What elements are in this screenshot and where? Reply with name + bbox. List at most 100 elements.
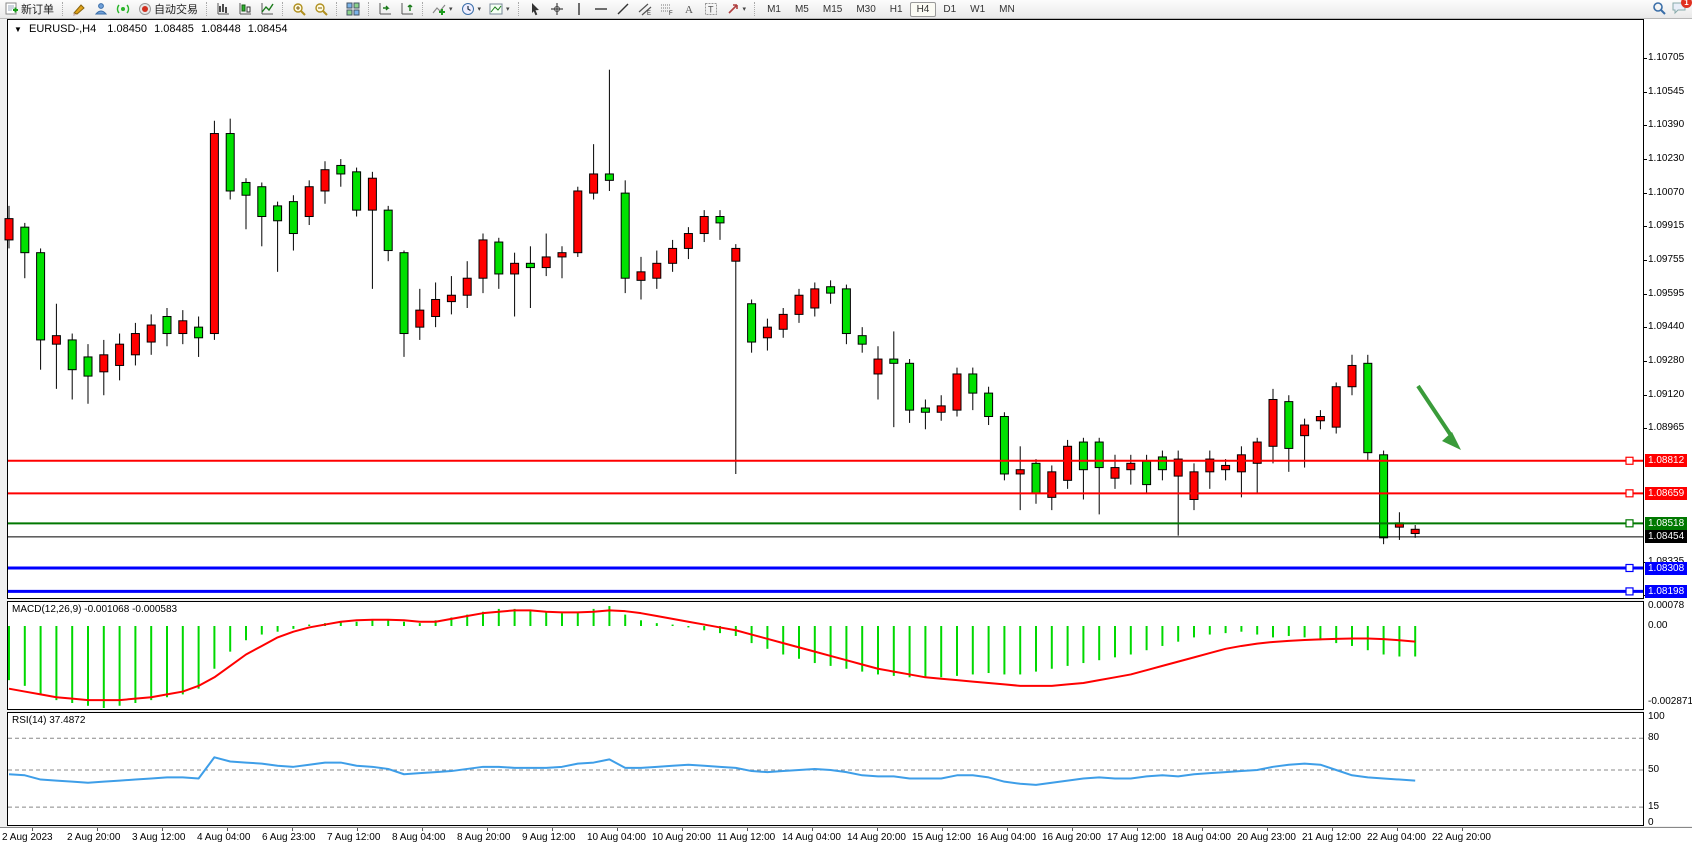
- price-line-tag: 1.08454: [1645, 530, 1687, 543]
- cursor-button[interactable]: [524, 0, 546, 18]
- zoom-out-button[interactable]: [310, 0, 332, 18]
- date-label: 17 Aug 12:00: [1107, 832, 1166, 843]
- rsi-tick-label: 50: [1648, 764, 1659, 775]
- macd-tick-label: -0.002871: [1648, 696, 1692, 707]
- horizontal-line-button[interactable]: [590, 0, 612, 18]
- macd-tick-label: 0.00078: [1648, 600, 1684, 611]
- trendline-button[interactable]: [612, 0, 634, 18]
- rsi-panel[interactable]: [7, 712, 1644, 826]
- chart-shift-button[interactable]: [374, 0, 396, 18]
- date-tickmark: [812, 828, 813, 831]
- date-label: 16 Aug 20:00: [1042, 832, 1101, 843]
- auto-scroll-button[interactable]: [396, 0, 418, 18]
- timeframe-m15-button[interactable]: M15: [816, 2, 849, 17]
- price-tick-label: 1.10545: [1648, 86, 1684, 97]
- toolbar-group: [211, 0, 279, 18]
- timeframe-h4-button[interactable]: H4: [910, 2, 937, 17]
- bars-chart-icon: [216, 2, 230, 16]
- timeframe-h1-button[interactable]: H1: [883, 2, 910, 17]
- date-tickmark: [1007, 828, 1008, 831]
- timeframe-w1-button[interactable]: W1: [963, 2, 992, 17]
- date-tickmark: [747, 828, 748, 831]
- zoom-in-button[interactable]: [288, 0, 310, 18]
- date-tickmark: [877, 828, 878, 831]
- toolbar-group: [287, 0, 333, 18]
- price-tickmark: [1644, 327, 1647, 328]
- price-tick-label: 1.10390: [1648, 119, 1684, 130]
- toolbar-separator: [206, 2, 208, 16]
- equidistant-channel-icon: E: [638, 2, 652, 16]
- indicators-button[interactable]: ▾: [428, 0, 457, 18]
- chat-button[interactable]: 1: [1672, 1, 1686, 18]
- auto-scroll-icon: [400, 2, 414, 16]
- styler-button[interactable]: [68, 0, 90, 18]
- date-label: 4 Aug 04:00: [197, 832, 250, 843]
- price-tick-label: 1.09595: [1648, 288, 1684, 299]
- collapse-icon[interactable]: ▼: [14, 25, 22, 34]
- price-tickmark: [1644, 159, 1647, 160]
- price-tick-label: 1.08965: [1648, 422, 1684, 433]
- trendline-icon: [616, 2, 630, 16]
- price-tick-label: 1.10230: [1648, 153, 1684, 164]
- timeframe-m30-button[interactable]: M30: [849, 2, 882, 17]
- date-axis[interactable]: 2 Aug 20232 Aug 20:003 Aug 12:004 Aug 04…: [0, 827, 1692, 850]
- toolbar-group: 新订单: [0, 0, 59, 18]
- price-chart-panel[interactable]: [7, 19, 1644, 599]
- price-tick-label: 1.09755: [1648, 254, 1684, 265]
- toolbar-group: 自动交易: [67, 0, 203, 18]
- community-button[interactable]: [90, 0, 112, 18]
- text-button[interactable]: A: [678, 0, 700, 18]
- price-tickmark: [1644, 428, 1647, 429]
- svg-text:A: A: [685, 4, 693, 16]
- chart-title: ▼ EURUSD-,H4 1.08450 1.08485 1.08448 1.0…: [14, 23, 292, 35]
- fibonacci-button[interactable]: F: [656, 0, 678, 18]
- line-chart-button[interactable]: [256, 0, 278, 18]
- tile-windows-button[interactable]: [342, 0, 364, 18]
- timeframe-m5-button[interactable]: M5: [788, 2, 816, 17]
- toolbar-separator: [368, 2, 370, 16]
- date-tickmark: [1267, 828, 1268, 831]
- date-label: 10 Aug 04:00: [587, 832, 646, 843]
- crosshair-button[interactable]: [546, 0, 568, 18]
- notification-badge: 1: [1681, 0, 1692, 8]
- candles-chart-button[interactable]: [234, 0, 256, 18]
- macd-label: MACD(12,26,9) -0.001068 -0.000583: [12, 604, 177, 615]
- price-line-tag: 1.08198: [1645, 585, 1687, 598]
- date-label: 22 Aug 04:00: [1367, 832, 1426, 843]
- price-line-tag: 1.08812: [1645, 454, 1687, 467]
- macd-panel[interactable]: [7, 601, 1644, 710]
- arrows-button[interactable]: ▾: [722, 0, 751, 18]
- date-tickmark: [942, 828, 943, 831]
- templates-button[interactable]: ▾: [485, 0, 514, 18]
- date-tickmark: [32, 828, 33, 831]
- text-label-button[interactable]: T: [700, 0, 722, 18]
- equidistant-channel-button[interactable]: E: [634, 0, 656, 18]
- macd-tick-label: 0.00: [1648, 620, 1667, 631]
- bars-chart-button[interactable]: [212, 0, 234, 18]
- timeframe-mn-button[interactable]: MN: [992, 2, 1022, 17]
- vertical-line-button[interactable]: [568, 0, 590, 18]
- price-tickmark: [1644, 193, 1647, 194]
- new-order-icon: [5, 2, 19, 16]
- date-tickmark: [1072, 828, 1073, 831]
- date-label: 21 Aug 12:00: [1302, 832, 1361, 843]
- periods-button[interactable]: ▾: [457, 0, 486, 18]
- date-tickmark: [292, 828, 293, 831]
- new-order-button[interactable]: 新订单: [1, 0, 58, 18]
- toolbar-separator: [62, 2, 64, 16]
- date-label: 11 Aug 12:00: [717, 832, 775, 843]
- zoom-in-icon: [292, 2, 306, 16]
- toolbar-separator: [422, 2, 424, 16]
- timeframe-d1-button[interactable]: D1: [936, 2, 963, 17]
- autotrade-button[interactable]: 自动交易: [134, 0, 202, 18]
- price-tick-label: 1.09915: [1648, 220, 1684, 231]
- price-axis[interactable]: 1.107051.105451.103901.102301.100701.099…: [1644, 19, 1692, 826]
- price-tick-label: 1.09440: [1648, 321, 1684, 332]
- date-tickmark: [682, 828, 683, 831]
- timeframe-m1-button[interactable]: M1: [760, 2, 788, 17]
- alerts-button[interactable]: [112, 0, 134, 18]
- date-tickmark: [552, 828, 553, 831]
- price-line-tag: 1.08308: [1645, 562, 1687, 575]
- search-button[interactable]: [1652, 1, 1666, 18]
- toolbar-group: [341, 0, 365, 18]
